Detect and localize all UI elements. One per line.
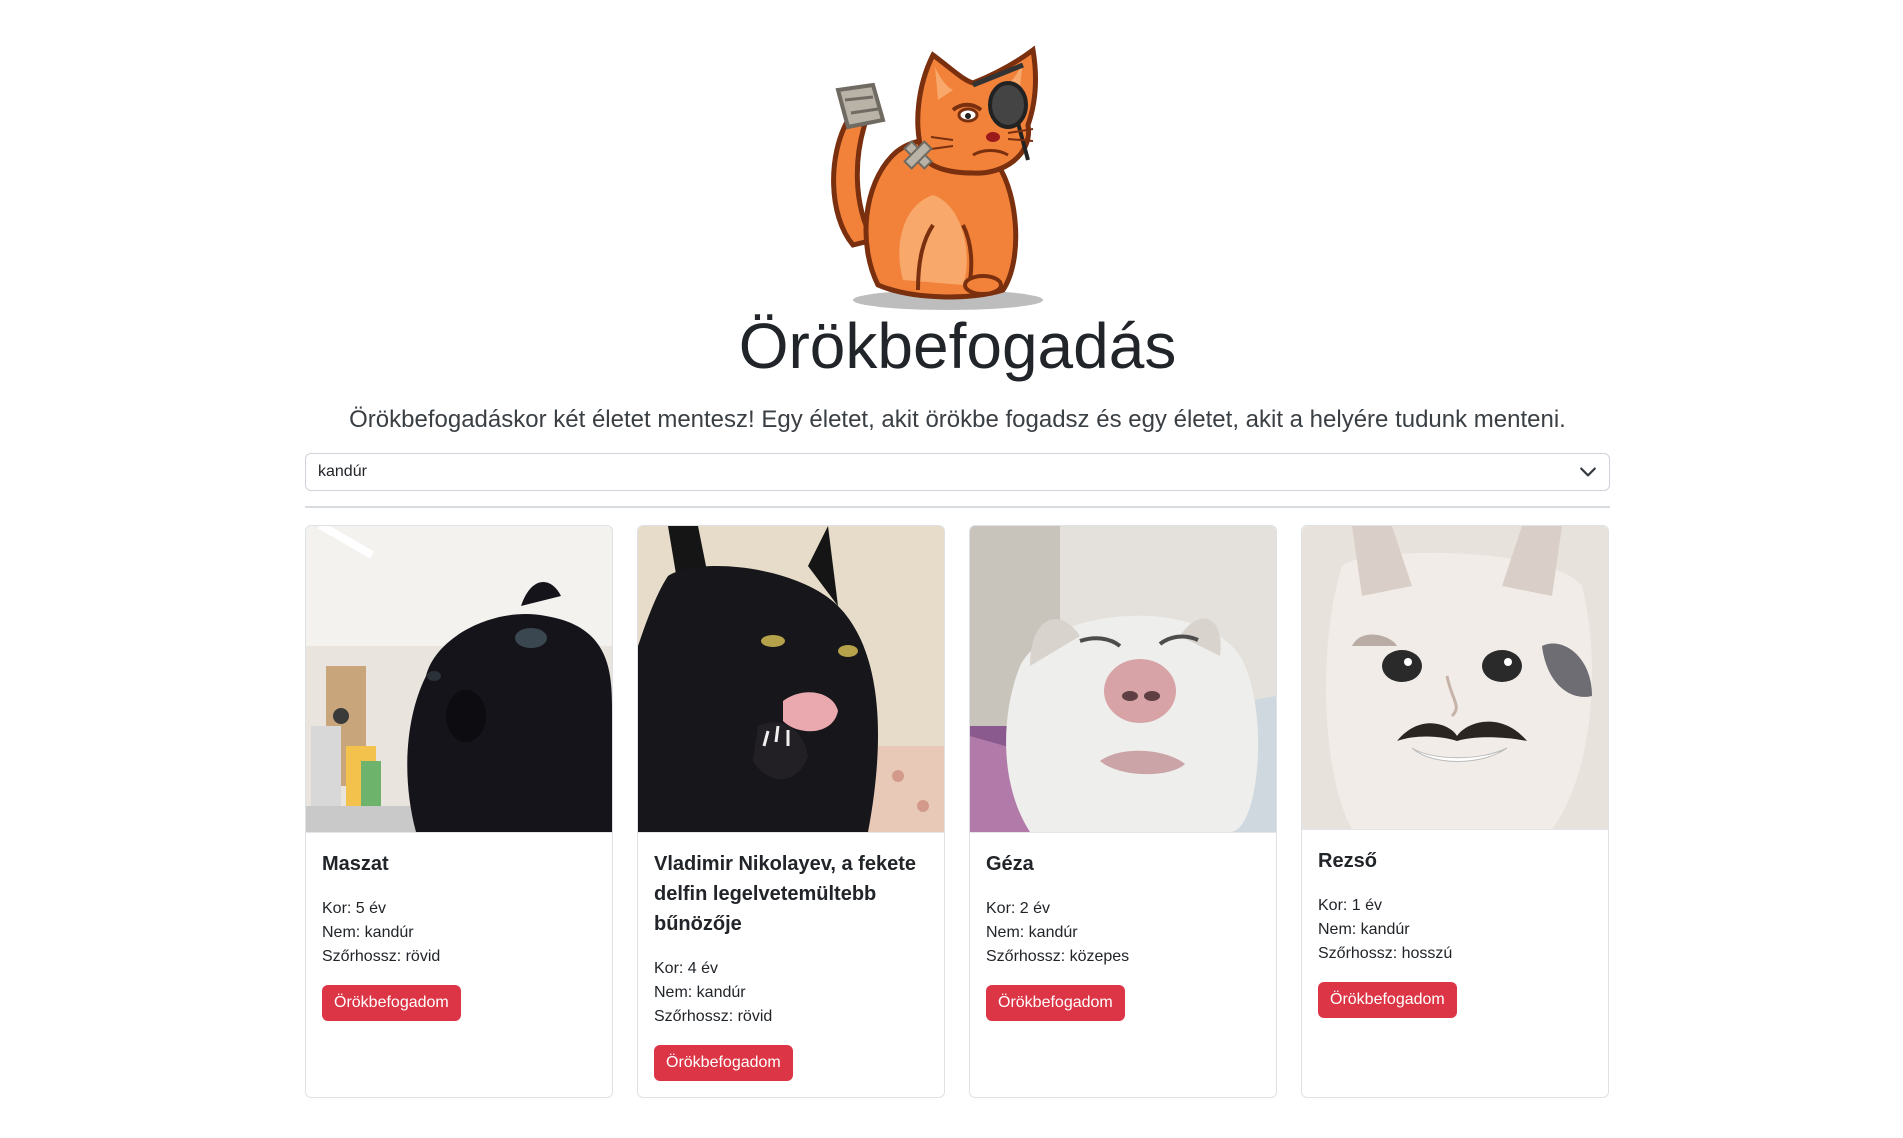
cat-fur: Szőrhossz: rövid xyxy=(322,948,441,965)
gender-filter-value: kandúr xyxy=(318,463,367,480)
cat-card: Vladimir Nikolayev, a fekete delfin lege… xyxy=(637,525,945,1098)
adopt-button[interactable]: Örökbefogadom xyxy=(986,985,1125,1021)
adopt-button[interactable]: Örökbefogadom xyxy=(322,985,461,1021)
divider xyxy=(305,506,1610,508)
cat-photo xyxy=(306,526,612,833)
cat-sex: Nem: kandúr xyxy=(986,924,1078,941)
cat-photo xyxy=(638,526,944,833)
cat-name: Maszat xyxy=(322,853,389,875)
cat-photo xyxy=(1302,526,1608,830)
cat-photo xyxy=(970,526,1276,833)
chevron-down-icon xyxy=(1580,467,1596,477)
page: Örökbefogadás Örökbefogadáskor két élete… xyxy=(0,0,1903,1138)
adopt-button[interactable]: Örökbefogadom xyxy=(654,1045,793,1081)
card-body: Vladimir Nikolayev, a fekete delfin lege… xyxy=(638,833,944,1097)
cat-card-list: Maszat Kor: 5 év Nem: kandúr Szőrhossz: … xyxy=(305,525,1610,1100)
cat-sex: Nem: kandúr xyxy=(1318,921,1410,938)
card-body: Géza Kor: 2 év Nem: kandúr Szőrhossz: kö… xyxy=(970,833,1276,1037)
cat-age: Kor: 4 év xyxy=(654,960,719,977)
cat-fur: Szőrhossz: közepes xyxy=(986,948,1130,965)
cat-fur: Szőrhossz: rövid xyxy=(654,1008,773,1025)
cat-age: Kor: 2 év xyxy=(986,900,1051,917)
page-lead: Örökbefogadáskor két életet mentesz! Egy… xyxy=(349,406,1566,433)
card-body: Maszat Kor: 5 év Nem: kandúr Szőrhossz: … xyxy=(306,833,612,1037)
cat-age: Kor: 1 év xyxy=(1318,897,1383,914)
cat-card: Rezső Kor: 1 év Nem: kandúr Szőrhossz: h… xyxy=(1301,525,1609,1098)
cat-fur: Szőrhossz: hosszú xyxy=(1318,945,1453,962)
cat-name: Vladimir Nikolayev, a fekete delfin lege… xyxy=(654,853,916,935)
cat-sex: Nem: kandúr xyxy=(654,984,746,1001)
logo xyxy=(305,45,1610,310)
card-body: Rezső Kor: 1 év Nem: kandúr Szőrhossz: h… xyxy=(1302,830,1608,1034)
cat-age: Kor: 5 év xyxy=(322,900,387,917)
cat-name: Rezső xyxy=(1318,850,1377,872)
cat-card: Géza Kor: 2 év Nem: kandúr Szőrhossz: kö… xyxy=(969,525,1277,1098)
adopt-button[interactable]: Örökbefogadom xyxy=(1318,982,1457,1018)
gender-filter-select[interactable]: kandúr xyxy=(305,453,1610,491)
page-title: Örökbefogadás xyxy=(738,310,1177,382)
cat-card: Maszat Kor: 5 év Nem: kandúr Szőrhossz: … xyxy=(305,525,613,1098)
cat-sex: Nem: kandúr xyxy=(322,924,414,941)
cat-name: Géza xyxy=(986,853,1034,875)
grumpy-cat-logo-icon xyxy=(830,45,1043,310)
